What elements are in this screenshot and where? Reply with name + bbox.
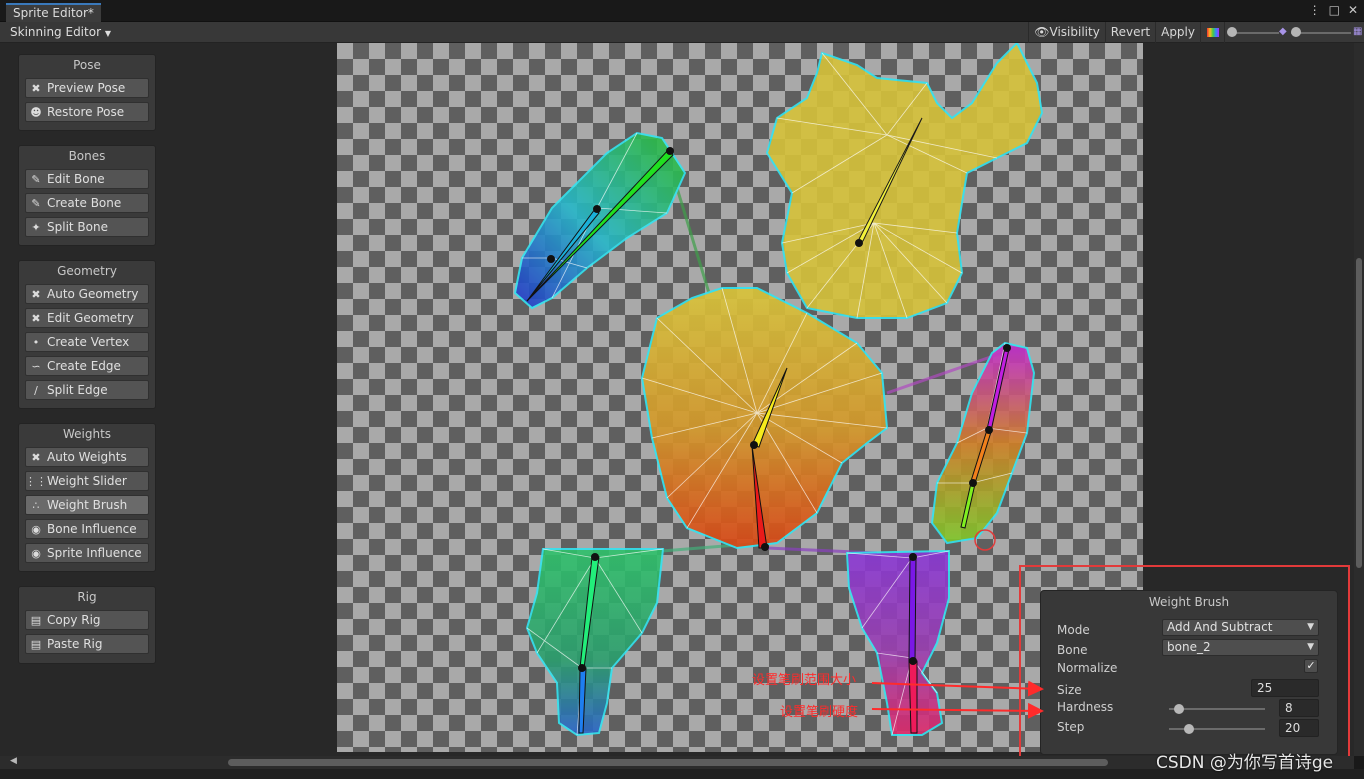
tab-sprite-editor[interactable]: Sprite Editor* xyxy=(6,3,101,22)
rig-panel: Rig ▤ Copy Rig ▤ Paste Rig xyxy=(18,586,156,664)
color-swatch-icon xyxy=(1206,28,1219,37)
weight-brush-label: Weight Brush xyxy=(47,498,128,512)
paste-rig-icon: ▤ xyxy=(30,637,42,651)
watermark: CSDN @为你写首诗ge xyxy=(1156,753,1334,773)
bone-influence-button[interactable]: ◉ Bone Influence xyxy=(25,519,149,539)
dropdown-arrow-icon: ▼ xyxy=(104,29,111,38)
mode-dropdown[interactable]: Skinning Editor ▼ xyxy=(4,24,117,41)
slider-knob[interactable] xyxy=(1227,27,1237,37)
edit-geometry-icon: ✖ xyxy=(31,311,41,325)
visibility-label: Visibility xyxy=(1049,25,1100,39)
torso-mesh xyxy=(640,287,889,551)
split-bone-label: Split Bone xyxy=(47,220,108,234)
apply-button[interactable]: Apply xyxy=(1155,22,1200,43)
auto-geometry-button[interactable]: ✖ Auto Geometry xyxy=(25,284,149,304)
weight-slider-icon: ⋮⋮ xyxy=(25,474,47,488)
revert-button[interactable]: Revert xyxy=(1104,22,1155,43)
left-leg-mesh xyxy=(525,548,665,737)
scroll-left-icon[interactable]: ◀ xyxy=(10,756,17,766)
create-vertex-button[interactable]: • Create Vertex xyxy=(25,332,149,352)
edit-bone-label: Edit Bone xyxy=(47,172,105,186)
paste-rig-label: Paste Rig xyxy=(47,637,103,651)
left-arm-mesh xyxy=(513,131,687,310)
edit-bone-icon: ✎ xyxy=(31,172,41,186)
bones-panel-title: Bones xyxy=(68,149,106,163)
tab-title: Sprite Editor* xyxy=(13,6,94,20)
horizontal-scrollbar[interactable]: ◀ xyxy=(0,756,1354,769)
horizontal-scroll-thumb[interactable] xyxy=(228,759,1108,766)
create-bone-label: Create Bone xyxy=(47,196,122,210)
split-edge-icon: ∕ xyxy=(34,383,38,397)
visibility-button[interactable]: 👁Visibility xyxy=(1028,22,1105,43)
geometry-panel-title: Geometry xyxy=(57,264,117,278)
sprite-influence-label: Sprite Influence xyxy=(47,546,142,560)
preview-pose-icon: ✖ xyxy=(31,81,41,95)
maximize-icon[interactable]: □ xyxy=(1329,3,1340,17)
size-annotation: 设置笔刷范围大小 xyxy=(752,673,857,688)
split-bone-button[interactable]: ✦ Split Bone xyxy=(25,217,149,237)
mesh-icon: ▦ xyxy=(1353,26,1363,37)
head-mesh xyxy=(765,43,1044,319)
split-edge-label: Split Edge xyxy=(47,383,108,397)
paste-rig-button[interactable]: ▤ Paste Rig xyxy=(25,634,149,654)
opacity-slider[interactable]: ◆ ▦ xyxy=(1224,22,1364,43)
auto-geometry-label: Auto Geometry xyxy=(47,287,139,301)
create-bone-icon: ✎ xyxy=(31,196,41,210)
annotation-arrows xyxy=(871,680,1044,719)
pose-panel: Pose ✖ Preview Pose ☻ Restore Pose xyxy=(18,54,156,131)
slider-track xyxy=(1231,32,1279,34)
weight-slider-label: Weight Slider xyxy=(47,474,127,488)
close-icon[interactable]: ✕ xyxy=(1348,3,1358,17)
right-arm-mesh xyxy=(930,341,1036,551)
create-bone-button[interactable]: ✎ Create Bone xyxy=(25,193,149,213)
auto-weights-label: Auto Weights xyxy=(47,450,127,464)
sprite-influence-icon: ◉ xyxy=(31,546,41,560)
hardness-annotation: 设置笔刷硬度 xyxy=(780,705,859,720)
kebab-menu-icon[interactable]: ⋮ xyxy=(1309,3,1321,17)
edit-geometry-button[interactable]: ✖ Edit Geometry xyxy=(25,308,149,328)
weight-brush-icon: ∴ xyxy=(32,498,40,512)
auto-weights-icon: ✖ xyxy=(31,450,41,464)
bones-panel: Bones ✎ Edit Bone ✎ Create Bone ✦ Split Bon… xyxy=(18,145,156,246)
vertical-scrollbar[interactable] xyxy=(1354,43,1364,756)
slider-knob[interactable] xyxy=(1291,27,1301,37)
restore-pose-icon: ☻ xyxy=(30,105,42,119)
mode-dropdown-label: Skinning Editor xyxy=(10,25,101,39)
preview-pose-button[interactable]: ✖ Preview Pose xyxy=(25,78,149,98)
pose-panel-title: Pose xyxy=(73,58,101,72)
bone-influence-label: Bone Influence xyxy=(47,522,137,536)
edit-geometry-label: Edit Geometry xyxy=(47,311,134,325)
highlight-box xyxy=(1019,565,1350,763)
weight-slider-button[interactable]: ⋮⋮ Weight Slider xyxy=(25,471,149,491)
edit-bone-button[interactable]: ✎ Edit Bone xyxy=(25,169,149,189)
create-vertex-icon: • xyxy=(32,335,40,349)
color-toggle-button[interactable] xyxy=(1200,22,1224,43)
create-vertex-label: Create Vertex xyxy=(47,335,130,349)
copy-rig-icon: ▤ xyxy=(30,613,42,627)
restore-pose-button[interactable]: ☻ Restore Pose xyxy=(25,102,149,122)
auto-geometry-icon: ✖ xyxy=(31,287,41,301)
title-bar: Sprite Editor* ⋮ □ ✕ xyxy=(0,0,1364,22)
preview-pose-label: Preview Pose xyxy=(47,81,126,95)
vertical-scroll-thumb[interactable] xyxy=(1356,258,1362,568)
create-edge-button[interactable]: ∽ Create Edge xyxy=(25,356,149,376)
restore-pose-label: Restore Pose xyxy=(47,105,125,119)
split-bone-icon: ✦ xyxy=(31,220,41,234)
weight-brush-button[interactable]: ∴ Weight Brush xyxy=(25,495,149,515)
rig-panel-title: Rig xyxy=(77,590,97,604)
split-edge-button[interactable]: ∕ Split Edge xyxy=(25,380,149,400)
create-edge-icon: ∽ xyxy=(31,359,41,373)
copy-rig-button[interactable]: ▤ Copy Rig xyxy=(25,610,149,630)
bone-influence-icon: ◉ xyxy=(31,522,41,536)
weights-panel-title: Weights xyxy=(62,427,112,441)
eye-icon: 👁 xyxy=(1034,25,1050,39)
sprite-influence-button[interactable]: ◉ Sprite Influence xyxy=(25,543,149,563)
geometry-panel: Geometry ✖ Auto Geometry ✖ Edit Geometry •… xyxy=(18,260,156,409)
mesh-opacity-icon: ◆ xyxy=(1279,26,1287,37)
copy-rig-label: Copy Rig xyxy=(47,613,101,627)
auto-weights-button[interactable]: ✖ Auto Weights xyxy=(25,447,149,467)
weights-panel: Weights ✖ Auto Weights ⋮⋮ Weight Slider ∴ W… xyxy=(18,423,156,572)
toolbar: Skinning Editor ▼ 👁Visibility Revert App… xyxy=(0,22,1364,43)
create-edge-label: Create Edge xyxy=(47,359,121,373)
